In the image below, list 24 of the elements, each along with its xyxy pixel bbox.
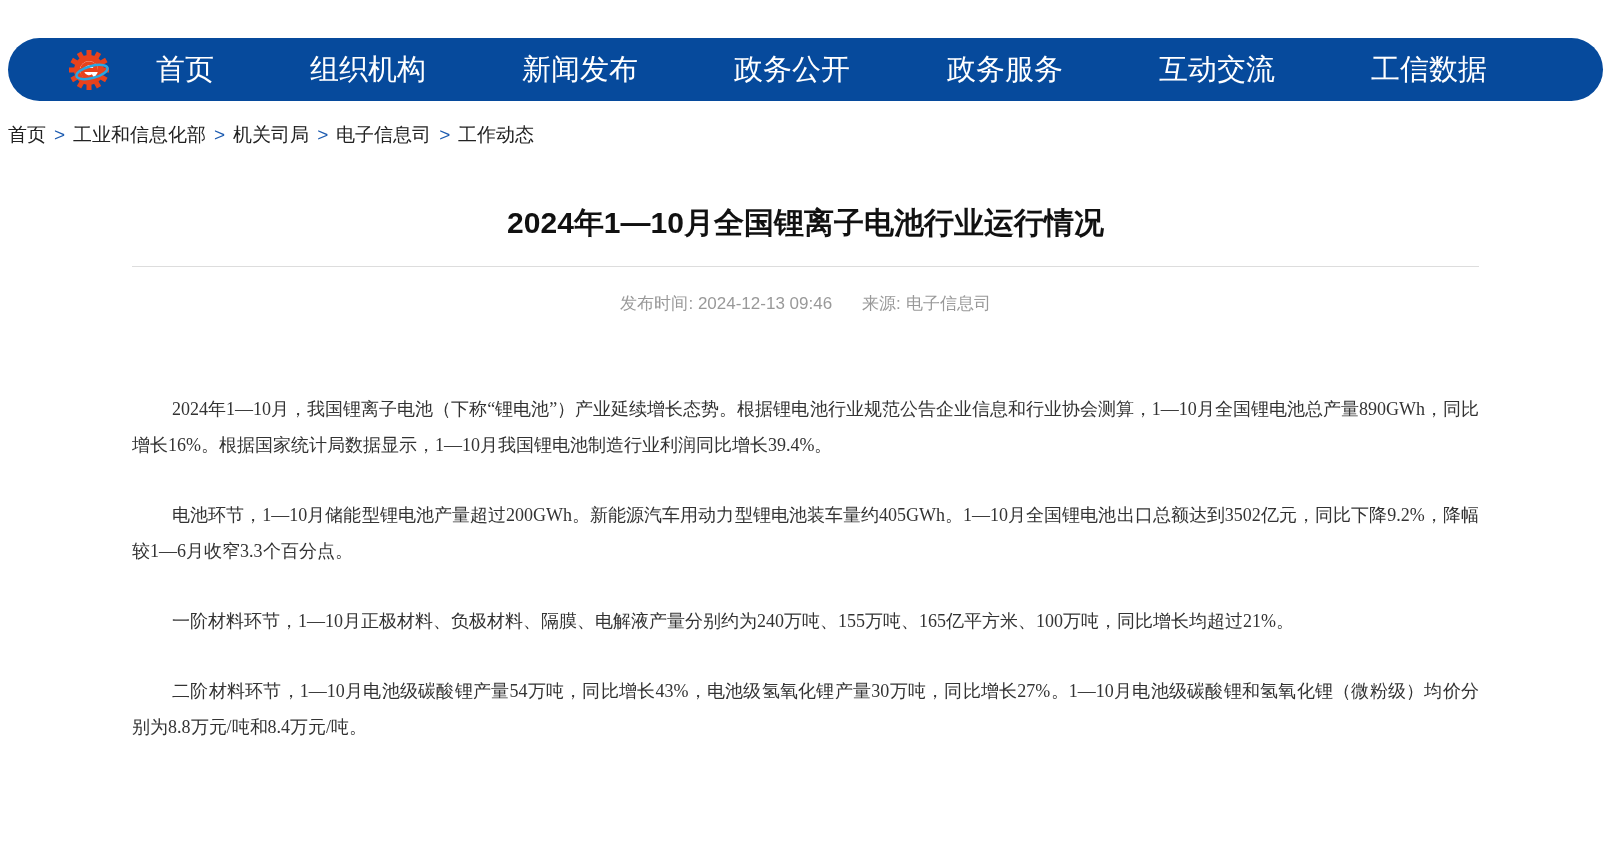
- breadcrumb-separator: >: [439, 125, 451, 144]
- logo-icon: [68, 48, 110, 91]
- nav-link[interactable]: 政务公开: [734, 55, 851, 84]
- breadcrumb-link[interactable]: 首页: [8, 125, 46, 144]
- breadcrumb-link[interactable]: 工业和信息化部: [73, 125, 207, 144]
- nav-link[interactable]: 新闻发布: [522, 55, 639, 84]
- article-title: 2024年1—10月全国锂离子电池行业运行情况: [506, 208, 1105, 238]
- article-paragraph: 二阶材料环节，1—10月电池级碳酸锂产量54万吨，同比增长43%，电池级氢氧化锂产量30万吨，同比增长27%。1—10月电池级碳酸锂和氢氧化锂（微粉级）均价分别为8.8万元/吨和8.4万元/吨。: [132, 679, 1479, 739]
- breadcrumb-separator: >: [317, 125, 329, 144]
- breadcrumb-link[interactable]: 电子信息司: [336, 125, 432, 144]
- nav-link[interactable]: 政务服务: [946, 55, 1063, 84]
- breadcrumb-link[interactable]: 机关司局: [233, 125, 310, 144]
- breadcrumb-separator: >: [54, 125, 66, 144]
- breadcrumb-separator: >: [214, 125, 226, 144]
- nav-link[interactable]: 组织机构: [310, 55, 427, 84]
- article-paragraph: 电池环节，1—10月储能型锂电池产量超过200GWh。新能源汽车用动力型锂电池装车量约405GWh。1—10月全国锂电池出口总额达到3502亿元，同比下降9.2%，降幅较1—6月收窄3.3个百分点。: [132, 503, 1479, 563]
- nav-link[interactable]: 首页: [156, 55, 214, 84]
- breadcrumb-link[interactable]: 工作动态: [458, 125, 535, 144]
- article-paragraph: 一阶材料环节，1—10月正极材料、负极材料、隔膜、电解液产量分别约为240万吨、155万吨、165亿平方米、100万吨，同比增长均超过21%。: [171, 609, 1295, 633]
- meta-text: 来源: 电子信息司: [862, 293, 991, 315]
- nav-link[interactable]: 互动交流: [1158, 55, 1275, 84]
- article-paragraph: 2024年1—10月，我国锂离子电池（下称“锂电池”）产业延续增长态势。根据锂电池行业规范公告企业信息和行业协会测算，1—10月全国锂电池总产量890GWh，同比增长16%。根据国家统计局数据显示，1—10月我国锂电池制造行业利润同比增长39.4%。: [132, 397, 1479, 457]
- meta-text: 发布时间: 2024-12-13 09:46: [620, 293, 833, 315]
- nav-link[interactable]: 工信数据: [1370, 55, 1487, 84]
